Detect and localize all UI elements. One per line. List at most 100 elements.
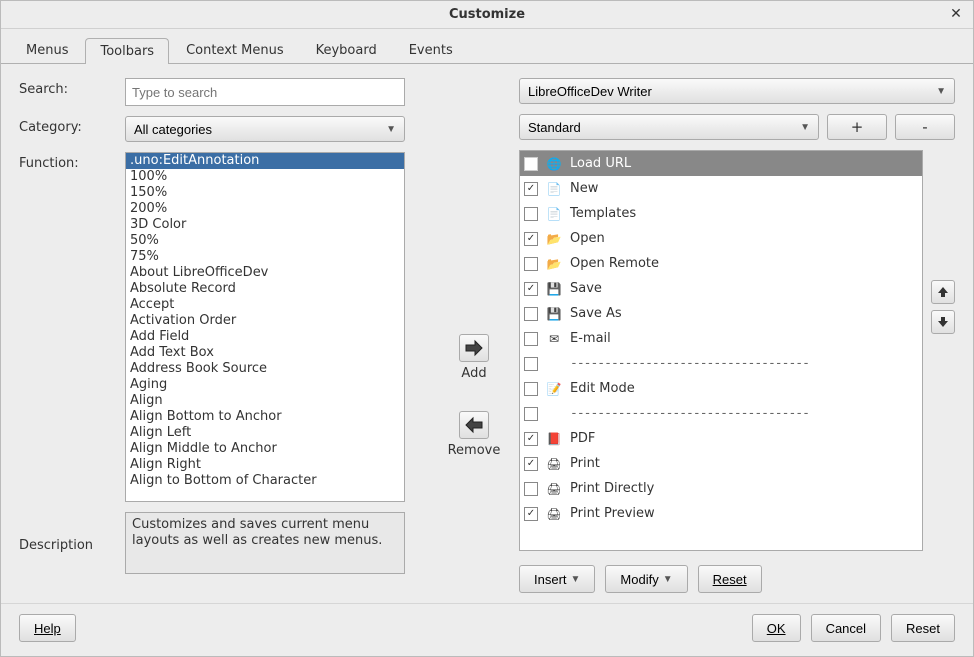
function-item[interactable]: Aging — [126, 377, 404, 393]
category-dropdown-button[interactable]: All categories ▼ — [125, 116, 405, 142]
checkbox[interactable] — [524, 482, 538, 496]
function-item[interactable]: Add Field — [126, 329, 404, 345]
separator-line: ----------------------------------- — [570, 406, 809, 421]
function-item[interactable]: Align Right — [126, 457, 404, 473]
category-value: All categories — [134, 122, 212, 137]
command-row[interactable]: 📕PDF — [520, 426, 922, 451]
command-label: New — [570, 181, 598, 196]
reorder-arrows — [931, 150, 955, 551]
function-item[interactable]: .uno:EditAnnotation — [126, 153, 404, 169]
function-item[interactable]: 100% — [126, 169, 404, 185]
toolbar-dropdown[interactable]: Standard ▼ — [519, 114, 819, 140]
command-row[interactable]: 📂Open Remote — [520, 251, 922, 276]
command-row[interactable]: 💾Save As — [520, 301, 922, 326]
add-toolbar-button[interactable]: + — [827, 114, 887, 140]
separator-row[interactable]: ----------------------------------- — [520, 351, 922, 376]
command-row[interactable]: 📄Templates — [520, 201, 922, 226]
reset-small-button[interactable]: Reset — [698, 565, 762, 593]
function-item[interactable]: 3D Color — [126, 217, 404, 233]
window-title: Customize — [449, 7, 525, 22]
checkbox[interactable] — [524, 282, 538, 296]
checkbox[interactable] — [524, 232, 538, 246]
command-row[interactable]: 📂Open — [520, 226, 922, 251]
function-item[interactable]: 50% — [126, 233, 404, 249]
modify-button[interactable]: Modify ▼ — [605, 565, 687, 593]
function-item[interactable]: Add Text Box — [126, 345, 404, 361]
globe-icon: 🌐 — [546, 156, 562, 172]
command-row[interactable]: 🖨Print — [520, 451, 922, 476]
category-label: Category: — [19, 116, 119, 135]
print-icon: 🖨 — [546, 456, 562, 472]
checkbox[interactable] — [524, 507, 538, 521]
command-row[interactable]: 📄New — [520, 176, 922, 201]
function-item[interactable]: About LibreOfficeDev — [126, 265, 404, 281]
function-item[interactable]: 75% — [126, 249, 404, 265]
tab-bar: Menus Toolbars Context Menus Keyboard Ev… — [1, 29, 973, 64]
function-item[interactable]: Absolute Record — [126, 281, 404, 297]
command-label: Print Directly — [570, 481, 654, 496]
folder-icon: 📂 — [546, 231, 562, 247]
command-row[interactable]: 💾Save — [520, 276, 922, 301]
function-item[interactable]: Align Bottom to Anchor — [126, 409, 404, 425]
add-label: Add — [461, 366, 486, 381]
checkbox[interactable] — [524, 207, 538, 221]
target-app-button[interactable]: LibreOfficeDev Writer ▼ — [519, 78, 955, 104]
command-row[interactable]: 📝Edit Mode — [520, 376, 922, 401]
target-app-dropdown[interactable]: LibreOfficeDev Writer ▼ — [519, 78, 955, 104]
command-list[interactable]: 🌐Load URL📄New📄Templates📂Open📂Open Remote… — [519, 150, 923, 551]
command-row[interactable]: 🖨Print Preview — [520, 501, 922, 526]
checkbox[interactable] — [524, 257, 538, 271]
dialog-content: Search: Category: All categories ▼ Funct… — [1, 64, 973, 603]
left-column: Search: Category: All categories ▼ Funct… — [19, 78, 429, 593]
chevron-down-icon: ▼ — [800, 122, 810, 133]
tab-toolbars[interactable]: Toolbars — [85, 38, 169, 64]
category-dropdown[interactable]: All categories ▼ — [125, 116, 405, 142]
command-row[interactable]: ✉E-mail — [520, 326, 922, 351]
customize-dialog: Customize ✕ Menus Toolbars Context Menus… — [0, 0, 974, 657]
reset-button[interactable]: Reset — [891, 614, 955, 642]
remove-toolbar-button[interactable]: - — [895, 114, 955, 140]
checkbox[interactable] — [524, 307, 538, 321]
add-button[interactable]: Add — [459, 334, 489, 381]
checkbox[interactable] — [524, 157, 538, 171]
chevron-down-icon: ▼ — [936, 86, 946, 97]
checkbox[interactable] — [524, 332, 538, 346]
function-item[interactable]: 200% — [126, 201, 404, 217]
titlebar: Customize ✕ — [1, 1, 973, 29]
function-item[interactable]: Align — [126, 393, 404, 409]
arrow-left-icon — [459, 411, 489, 439]
tab-keyboard[interactable]: Keyboard — [301, 37, 392, 63]
separator-row[interactable]: ----------------------------------- — [520, 401, 922, 426]
dialog-footer: Help OK Cancel Reset — [1, 603, 973, 656]
checkbox[interactable] — [524, 457, 538, 471]
move-up-button[interactable] — [931, 280, 955, 304]
tab-events[interactable]: Events — [394, 37, 468, 63]
function-item[interactable]: Align to Bottom of Character — [126, 473, 404, 489]
remove-button[interactable]: Remove — [448, 411, 501, 458]
search-input[interactable] — [125, 78, 405, 106]
close-icon[interactable]: ✕ — [947, 5, 965, 23]
checkbox[interactable] — [524, 357, 538, 371]
insert-button[interactable]: Insert ▼ — [519, 565, 595, 593]
tab-context-menus[interactable]: Context Menus — [171, 37, 299, 63]
function-item[interactable]: Address Book Source — [126, 361, 404, 377]
function-item[interactable]: Align Middle to Anchor — [126, 441, 404, 457]
checkbox[interactable] — [524, 432, 538, 446]
function-item[interactable]: Accept — [126, 297, 404, 313]
command-row[interactable]: 🖨Print Directly — [520, 476, 922, 501]
command-row[interactable]: 🌐Load URL — [520, 151, 922, 176]
function-item[interactable]: 150% — [126, 185, 404, 201]
ok-button[interactable]: OK — [752, 614, 801, 642]
move-down-button[interactable] — [931, 310, 955, 334]
help-button[interactable]: Help — [19, 614, 76, 642]
function-item[interactable]: Align Left — [126, 425, 404, 441]
checkbox[interactable] — [524, 382, 538, 396]
cancel-button[interactable]: Cancel — [811, 614, 881, 642]
toolbar-dropdown-button[interactable]: Standard ▼ — [519, 114, 819, 140]
footer-right: OK Cancel Reset — [752, 614, 955, 642]
function-item[interactable]: Activation Order — [126, 313, 404, 329]
function-listbox[interactable]: .uno:EditAnnotation100%150%200%3D Color5… — [125, 152, 405, 502]
checkbox[interactable] — [524, 182, 538, 196]
tab-menus[interactable]: Menus — [11, 37, 83, 63]
checkbox[interactable] — [524, 407, 538, 421]
